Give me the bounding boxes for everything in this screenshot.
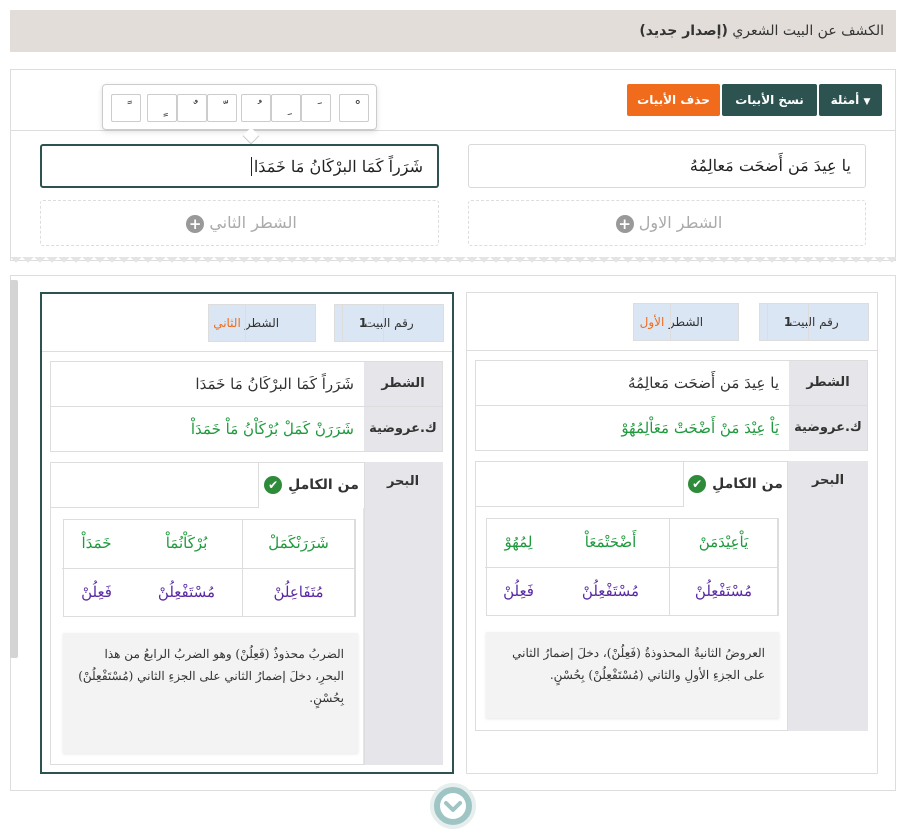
verse-number-value: 1 bbox=[767, 303, 809, 341]
divider bbox=[11, 130, 895, 131]
meter-tab-kamil[interactable]: من الكاملِ ✔ bbox=[683, 461, 788, 507]
page-title-version: (إصدار جديد) bbox=[639, 23, 728, 39]
check-icon: ✔ bbox=[688, 475, 707, 493]
divider bbox=[467, 350, 877, 351]
second-hemistich-value: شَرَراً كَمَا البرْكَانُ مَا خَمَدَا bbox=[253, 157, 423, 176]
caret-down-icon: ▼ bbox=[863, 97, 871, 107]
key-kasratan[interactable]: ٍ bbox=[147, 94, 177, 122]
hemistich-row: الشطر يا عِيدَ مَن أَضحَت مَعالِمُهُ bbox=[475, 360, 868, 406]
page-title: الكشف عن البيت الشعري bbox=[732, 23, 884, 39]
word-segment: خَمَدَاْ bbox=[62, 520, 131, 569]
scrollbar[interactable] bbox=[10, 280, 18, 658]
hemistich-row: الشطر شَرَراً كَمَا البرْكَانُ مَا خَمَد… bbox=[50, 361, 443, 407]
prosodic-text: يَاْ عِيْدَ مَنْ أَضْحَتْ مَعَاْلِمُهُوْ bbox=[621, 419, 779, 437]
key-sukun[interactable]: ْ bbox=[339, 94, 369, 122]
hemistich-text: شَرَراً كَمَا البرْكَانُ مَا خَمَدَا bbox=[195, 375, 354, 393]
add-second-hemistich-button[interactable]: + الشطر الثاني bbox=[40, 200, 439, 246]
prosodic-text: شَرَرَنْ كَمَلْ بُرْكَاْنُ مَاْ خَمَدَاْ bbox=[190, 420, 354, 438]
add-first-hemistich-button[interactable]: + الشطر الاول bbox=[468, 200, 866, 246]
prosodic-writing-row: ك.عروضية شَرَرَنْ كَمَلْ بُرْكَاْنُ مَاْ… bbox=[50, 406, 443, 452]
foot: فَعِلُنْ bbox=[503, 582, 534, 600]
divider bbox=[42, 351, 452, 352]
row-label: ك.عروضية bbox=[789, 406, 867, 450]
examples-dropdown-button[interactable]: أمثلة ▼ bbox=[819, 84, 882, 116]
key-dammatan[interactable]: ٌ bbox=[177, 94, 207, 122]
key-damma[interactable]: ُ bbox=[241, 94, 271, 122]
check-icon: ✔ bbox=[264, 476, 283, 494]
examples-label: أمثلة bbox=[830, 93, 860, 107]
chevron-down-icon bbox=[440, 793, 466, 819]
meter-name: من الكاملِ bbox=[712, 476, 783, 492]
row-label: الشطر bbox=[789, 361, 867, 405]
copy-verses-button[interactable]: نسخ الأبيات bbox=[722, 84, 817, 116]
add-first-label: الشطر الاول bbox=[638, 213, 723, 232]
row-label: الشطر bbox=[364, 362, 442, 406]
plus-icon: + bbox=[615, 214, 634, 233]
meter-label: البحر bbox=[363, 462, 443, 765]
analysis-panel-first: رقم البيت 1 الشطر الأول الشطر يا عِيدَ م… bbox=[466, 292, 878, 774]
scroll-down-button[interactable] bbox=[430, 783, 476, 829]
add-second-label: الشطر الثاني bbox=[209, 213, 297, 232]
plus-icon: + bbox=[186, 214, 205, 233]
prosodic-writing-row: ك.عروضية يَاْ عِيْدَ مَنْ أَضْحَتْ مَعَا… bbox=[475, 405, 868, 451]
text-cursor bbox=[250, 157, 252, 176]
key-kasra[interactable]: ِ bbox=[271, 94, 301, 122]
word-segment: لِمُهُوْ bbox=[485, 519, 552, 568]
meter-tab-kamil[interactable]: من الكاملِ ✔ bbox=[258, 462, 365, 508]
foot: فَعِلُنْ bbox=[81, 583, 112, 601]
key-shadda[interactable]: ّ bbox=[207, 94, 237, 122]
first-hemistich-input[interactable]: يا عِيدَ مَن أَضحَت مَعالِمُهُ bbox=[468, 144, 866, 188]
zigzag-divider bbox=[10, 257, 896, 275]
foot: مُسْتَفْعِلُنْ bbox=[552, 568, 670, 616]
analysis-panel-second: رقم البيت 1 الشطر الثاني الشطر شَرَراً ك… bbox=[40, 292, 454, 774]
verse-number-value: 1 bbox=[342, 304, 384, 342]
tafeelat-grid: يَاْعِيْدَمَنْ أَضْحَتْمَعَاْ لِمُهُوْ م… bbox=[485, 518, 779, 616]
word-segment: أَضْحَتْمَعَاْ bbox=[552, 519, 670, 568]
word-segment: شَرَرَنْكَمَلْ bbox=[243, 520, 355, 569]
key-fathatan[interactable]: ً bbox=[111, 94, 141, 122]
page-title-bar: الكشف عن البيت الشعري (إصدار جديد) bbox=[10, 10, 896, 52]
word-segment: بُرْكَاْنُمَاْ bbox=[131, 520, 243, 569]
meter-label: البحر bbox=[788, 461, 868, 731]
key-fatha[interactable]: َ bbox=[301, 94, 331, 122]
hemistich-text: يا عِيدَ مَن أَضحَت مَعالِمُهُ bbox=[627, 374, 779, 392]
foot: مُتَفَاعِلُنْ bbox=[243, 569, 355, 617]
delete-verses-button[interactable]: حذف الأبيات bbox=[627, 84, 720, 116]
divider bbox=[475, 506, 683, 507]
diacritics-keyboard: ْ َ ِ ُ ّ ٌ ٍ ً bbox=[102, 84, 377, 145]
meter-note: العروضُ الثانيةُ المحذوذةُ (فَعِلُنْ)، د… bbox=[486, 632, 779, 718]
meter-note: الضربُ محذوذٌ (فَعِلُنْ) وهو الضربُ الرا… bbox=[63, 633, 358, 753]
hemistich-value: الثاني bbox=[208, 304, 246, 342]
tafeelat-grid: شَرَرَنْكَمَلْ بُرْكَاْنُمَاْ خَمَدَاْ م… bbox=[62, 519, 356, 617]
meter-name: من الكاملِ bbox=[288, 477, 359, 493]
second-hemistich-input[interactable]: شَرَراً كَمَا البرْكَانُ مَا خَمَدَا bbox=[40, 144, 439, 188]
word-segment: يَاْعِيْدَمَنْ bbox=[670, 519, 778, 568]
hemistich-value: الأول bbox=[633, 303, 671, 341]
row-label: ك.عروضية bbox=[364, 407, 442, 451]
divider bbox=[50, 507, 258, 508]
foot: مُسْتَفْعِلُنْ bbox=[670, 568, 778, 616]
foot: مُسْتَفْعِلُنْ bbox=[131, 569, 243, 617]
